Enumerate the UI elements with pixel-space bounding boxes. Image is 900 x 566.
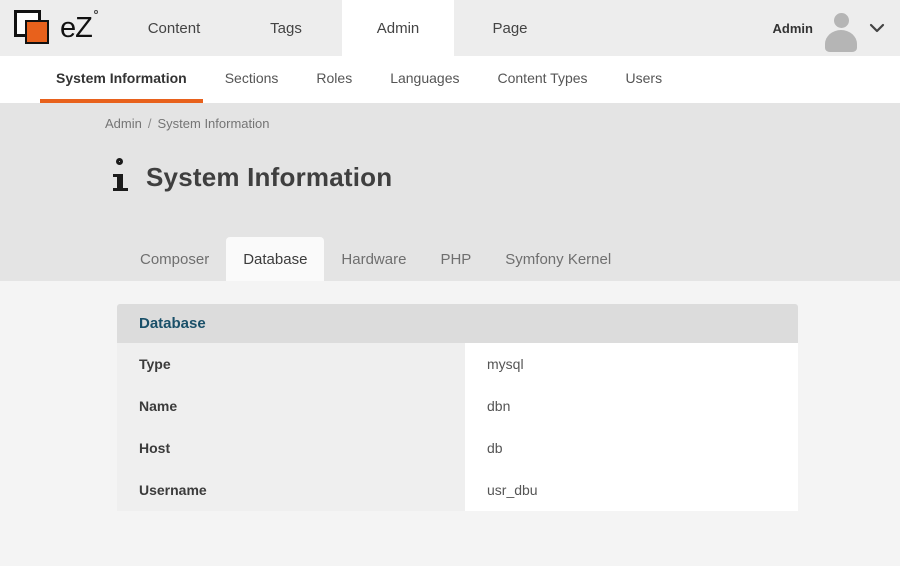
admin-subnav: System Information Sections Roles Langua…	[0, 56, 900, 103]
user-avatar-icon	[824, 10, 858, 46]
row-value-username: usr_dbu	[465, 469, 798, 511]
table-row: Username usr_dbu	[117, 469, 798, 511]
row-value-name: dbn	[465, 385, 798, 427]
subnav-item-content-types[interactable]: Content Types	[482, 56, 604, 103]
page-header-region: Admin / System Information System Informat…	[0, 103, 900, 281]
table-row: Type mysql	[117, 343, 798, 385]
breadcrumb-separator: /	[148, 116, 152, 131]
tab-symfony-kernel[interactable]: Symfony Kernel	[488, 237, 628, 281]
tab-content-area: Database Type mysql Name dbn Host db Use…	[0, 281, 900, 511]
tab-hardware[interactable]: Hardware	[324, 237, 423, 281]
breadcrumb-item-system-information[interactable]: System Information	[157, 116, 269, 131]
breadcrumb-item-admin[interactable]: Admin	[105, 116, 142, 131]
ez-logo[interactable]: eZ	[0, 0, 118, 56]
subnav-item-sections[interactable]: Sections	[209, 56, 295, 103]
registered-mark-icon	[94, 10, 98, 14]
topbar-item-page[interactable]: Page	[454, 0, 566, 56]
chevron-down-icon	[869, 23, 885, 33]
topbar-nav: Content Tags Admin Page	[118, 0, 566, 56]
tab-composer[interactable]: Composer	[123, 237, 226, 281]
row-label-username: Username	[117, 469, 465, 511]
subnav-item-system-information[interactable]: System Information	[40, 56, 203, 103]
row-value-host: db	[465, 427, 798, 469]
ez-logo-orange-square	[25, 20, 49, 44]
page-title: System Information	[146, 162, 392, 193]
subnav-item-users[interactable]: Users	[610, 56, 679, 103]
row-label-host: Host	[117, 427, 465, 469]
breadcrumb: Admin / System Information	[0, 103, 900, 131]
row-label-name: Name	[117, 385, 465, 427]
page-heading: System Information	[113, 157, 900, 197]
tab-php[interactable]: PHP	[423, 237, 488, 281]
topbar: eZ Content Tags Admin Page Admin	[0, 0, 900, 56]
table-row: Host db	[117, 427, 798, 469]
subnav-item-roles[interactable]: Roles	[300, 56, 368, 103]
row-label-type: Type	[117, 343, 465, 385]
info-icon	[113, 157, 132, 197]
row-value-type: mysql	[465, 343, 798, 385]
system-info-tabs: Composer Database Hardware PHP Symfony K…	[123, 237, 628, 281]
ez-logo-icon	[14, 6, 66, 50]
database-info-table: Database Type mysql Name dbn Host db Use…	[117, 304, 798, 511]
subnav-item-languages[interactable]: Languages	[374, 56, 475, 103]
topbar-item-admin[interactable]: Admin	[342, 0, 454, 56]
user-menu[interactable]: Admin	[773, 0, 900, 56]
topbar-item-content[interactable]: Content	[118, 0, 230, 56]
topbar-item-tags[interactable]: Tags	[230, 0, 342, 56]
table-row: Name dbn	[117, 385, 798, 427]
tab-database[interactable]: Database	[226, 237, 324, 281]
user-name-label: Admin	[773, 21, 813, 36]
table-header: Database	[117, 304, 798, 343]
